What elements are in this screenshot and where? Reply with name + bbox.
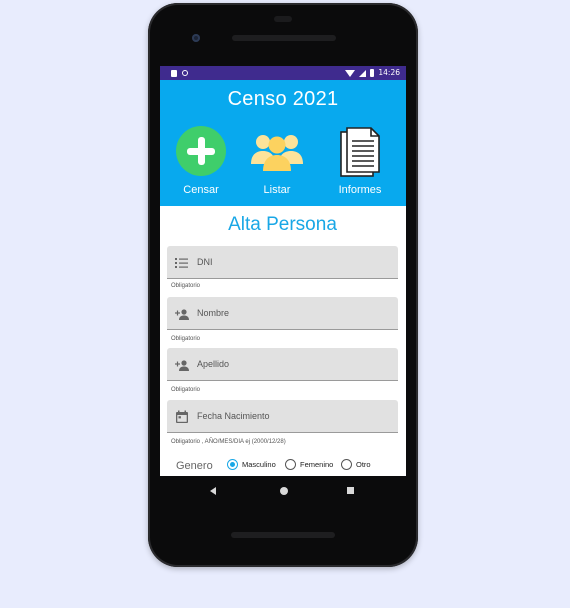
bottom-speaker: [231, 532, 335, 538]
dni-placeholder: DNI: [197, 257, 213, 267]
apellido-helper: Obligatorio: [171, 387, 201, 393]
add-circle-icon: [176, 126, 226, 176]
phone-frame: 14:26 Censo 2021 Censar Listar Informes …: [148, 3, 418, 567]
status-bar: 14:26: [160, 66, 406, 80]
recents-icon[interactable]: [347, 487, 354, 494]
censar-label: Censar: [183, 184, 219, 196]
app-title: Censo 2021: [227, 88, 339, 110]
nombre-field[interactable]: Nombre: [167, 297, 398, 330]
document-report-icon: [340, 127, 380, 177]
form-title: Alta Persona: [228, 214, 337, 235]
home-icon[interactable]: [280, 487, 288, 495]
back-icon[interactable]: [210, 487, 216, 495]
apellido-placeholder: Apellido: [197, 359, 230, 369]
app-screen: 14:26 Censo 2021 Censar Listar Informes …: [160, 66, 406, 476]
sd-card-icon: [171, 69, 177, 77]
dni-helper: Obligatorio: [171, 283, 201, 289]
dni-field[interactable]: DNI: [167, 246, 398, 279]
radio-otro[interactable]: [341, 459, 352, 470]
radio-masculino[interactable]: [227, 459, 238, 470]
nombre-placeholder: Nombre: [197, 308, 230, 318]
listar-button[interactable]: Listar: [242, 126, 312, 198]
top-sensor: [274, 16, 292, 22]
informes-button[interactable]: Informes: [325, 126, 395, 198]
earpiece-speaker: [232, 35, 336, 41]
fecha-nacimiento-placeholder: Fecha Nacimiento: [197, 411, 270, 421]
apellido-field[interactable]: Apellido: [167, 348, 398, 381]
people-group-icon: [251, 135, 303, 171]
alta-persona-form: Alta Persona DNI Obligatorio Nombre Obli…: [164, 206, 401, 476]
cell-signal-icon: [359, 69, 367, 77]
listar-label: Listar: [263, 184, 291, 196]
censar-button[interactable]: Censar: [166, 126, 236, 198]
front-camera: [192, 34, 200, 42]
calendar-icon: [176, 410, 188, 423]
person-add-icon: [175, 360, 189, 371]
status-time: 14:26: [378, 68, 400, 77]
numbered-list-icon: [175, 258, 188, 268]
fecha-nacimiento-field[interactable]: Fecha Nacimiento: [167, 400, 398, 433]
radio-femenino-label[interactable]: Femenino: [300, 460, 333, 469]
nombre-helper: Obligatorio: [171, 336, 201, 342]
notification-icon: [182, 70, 188, 76]
radio-masculino-label[interactable]: Masculino: [242, 460, 276, 469]
app-header: Censo 2021 Censar Listar Informes: [160, 80, 406, 206]
system-navigation-bar: [160, 476, 406, 506]
genero-radio-group: Genero Masculino Femenino Otro: [164, 456, 401, 476]
genero-label: Genero: [176, 460, 213, 472]
battery-icon: [370, 69, 375, 77]
person-add-icon: [175, 309, 189, 320]
wifi-icon: [345, 69, 356, 77]
fecha-nacimiento-helper: Obligatorio , AÑO/MES/DIA ej (2000/12/28…: [171, 439, 286, 445]
radio-femenino[interactable]: [285, 459, 296, 470]
radio-otro-label[interactable]: Otro: [356, 460, 371, 469]
informes-label: Informes: [338, 184, 382, 196]
